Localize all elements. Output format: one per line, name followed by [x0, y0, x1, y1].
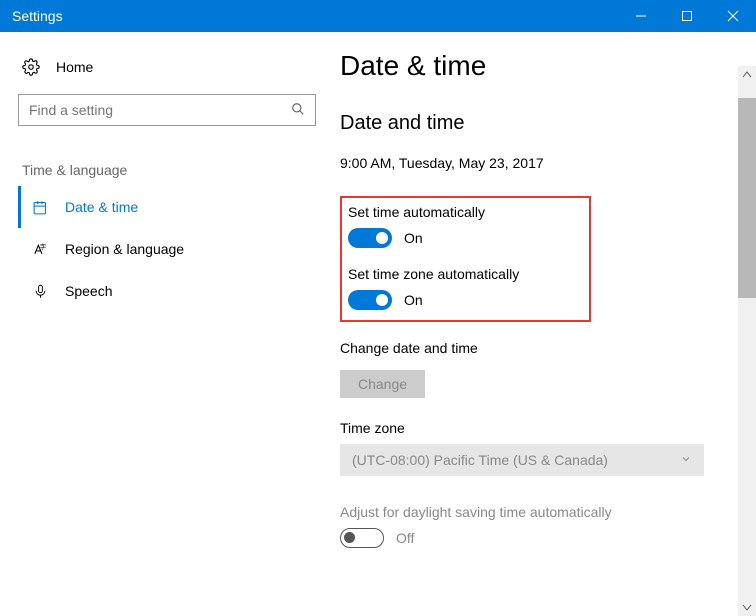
- toggle-state: Off: [396, 530, 414, 546]
- scroll-thumb[interactable]: [738, 98, 756, 298]
- language-icon: 字: [31, 241, 49, 258]
- toggle-state: On: [404, 292, 423, 308]
- nav-label: Region & language: [65, 241, 184, 257]
- svg-text:字: 字: [39, 241, 45, 250]
- set-time-auto-label: Set time automatically: [348, 204, 519, 220]
- nav-label: Date & time: [65, 199, 138, 215]
- scroll-up-icon[interactable]: [738, 66, 756, 84]
- home-link[interactable]: Home: [18, 52, 340, 94]
- change-dt-label: Change date and time: [340, 340, 732, 356]
- sidebar-item-region-language[interactable]: 字 Region & language: [18, 228, 340, 270]
- highlight-box: Set time automatically On Set time zone …: [340, 196, 591, 322]
- chevron-down-icon: [680, 452, 692, 468]
- scrollbar[interactable]: [738, 66, 756, 616]
- window-title: Settings: [12, 8, 63, 24]
- current-datetime: 9:00 AM, Tuesday, May 23, 2017: [340, 155, 732, 171]
- gear-icon: [22, 58, 40, 76]
- sidebar-item-speech[interactable]: Speech: [18, 270, 340, 312]
- dst-label: Adjust for daylight saving time automati…: [340, 504, 732, 520]
- tz-label: Time zone: [340, 420, 732, 436]
- titlebar: Settings: [0, 0, 756, 32]
- dst-toggle: [340, 528, 384, 548]
- tz-value: (UTC-08:00) Pacific Time (US & Canada): [352, 452, 608, 468]
- tz-dropdown: (UTC-08:00) Pacific Time (US & Canada): [340, 444, 704, 476]
- change-button: Change: [340, 370, 425, 398]
- search-icon: [291, 102, 305, 119]
- home-label: Home: [56, 59, 93, 75]
- nav-label: Speech: [65, 283, 112, 299]
- maximize-button[interactable]: [664, 0, 710, 32]
- toggle-state: On: [404, 230, 423, 246]
- search-box[interactable]: [18, 94, 316, 126]
- section-title: Time & language: [22, 162, 340, 178]
- set-tz-auto-toggle[interactable]: [348, 290, 392, 310]
- content-pane: Date & time Date and time 9:00 AM, Tuesd…: [340, 32, 756, 587]
- calendar-clock-icon: [31, 199, 49, 216]
- set-time-auto-toggle[interactable]: [348, 228, 392, 248]
- minimize-button[interactable]: [618, 0, 664, 32]
- search-input[interactable]: [29, 102, 279, 118]
- close-button[interactable]: [710, 0, 756, 32]
- set-tz-auto-label: Set time zone automatically: [348, 266, 519, 282]
- scroll-down-icon[interactable]: [738, 598, 756, 616]
- section-heading: Date and time: [340, 112, 732, 135]
- sidebar: Home Time & language Date & time 字 Regio…: [0, 32, 340, 587]
- sidebar-item-date-time[interactable]: Date & time: [18, 186, 340, 228]
- microphone-icon: [31, 283, 49, 300]
- window-controls: [618, 0, 756, 32]
- page-title: Date & time: [340, 50, 732, 82]
